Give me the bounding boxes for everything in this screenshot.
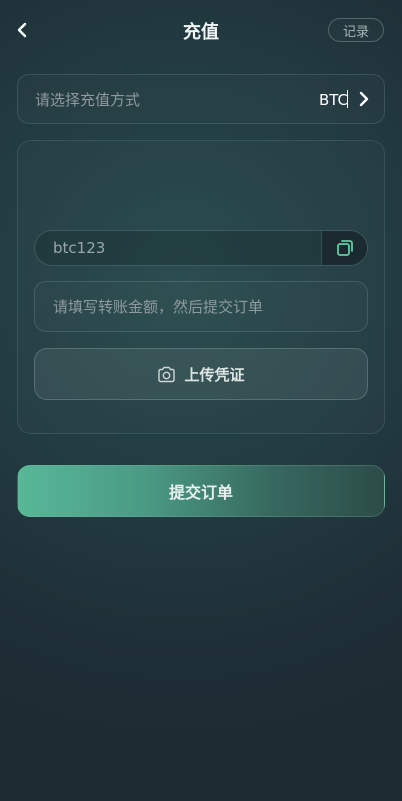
wallet-address-field: btc123	[34, 230, 368, 266]
recharge-card: btc123 上传凭证	[17, 140, 385, 434]
header: 充值 记录	[0, 0, 402, 60]
transfer-amount-input[interactable]	[53, 297, 349, 316]
record-button[interactable]: 记录	[328, 18, 384, 42]
recharge-method-selector[interactable]: 请选择充值方式 BTC	[17, 74, 385, 124]
upload-voucher-button[interactable]: 上传凭证	[34, 348, 368, 400]
copy-button[interactable]	[321, 231, 367, 265]
method-placeholder: 请选择充值方式	[35, 90, 141, 109]
method-selected-value: BTC	[318, 89, 348, 109]
chevron-right-icon	[358, 91, 370, 107]
transfer-amount-field[interactable]	[34, 281, 368, 332]
submit-order-button[interactable]: 提交订单	[17, 465, 385, 517]
submit-order-label: 提交订单	[168, 483, 233, 502]
camera-icon	[158, 366, 176, 382]
copy-icon	[336, 240, 353, 256]
upload-voucher-label: 上传凭证	[184, 365, 245, 384]
wallet-address: btc123	[53, 239, 106, 257]
